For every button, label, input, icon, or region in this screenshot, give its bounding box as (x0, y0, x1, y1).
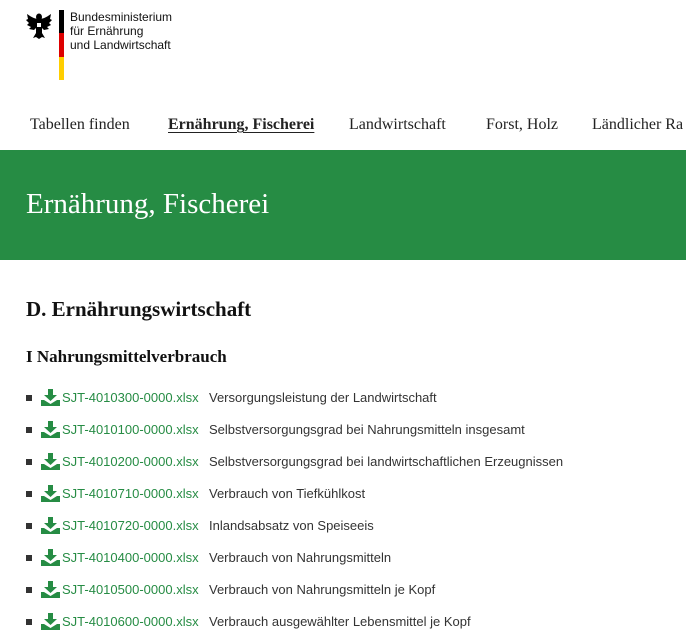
file-description: Verbrauch von Nahrungsmitteln je Kopf (209, 582, 436, 597)
site-header: Bundesministerium für Ernährung und Land… (0, 0, 686, 90)
download-icon[interactable] (41, 389, 60, 406)
nav-item-laendlicher-raum[interactable]: Ländlicher Ra (592, 116, 683, 134)
bullet-square-icon (26, 395, 32, 401)
nav-item-forst-holz[interactable]: Forst, Holz (486, 116, 558, 134)
bullet-square-icon (26, 427, 32, 433)
nav-item-ernaehrung-fischerei[interactable]: Ernährung, Fischerei (168, 116, 314, 134)
ministry-line-3: und Landwirtschaft (70, 38, 171, 52)
ministry-line-2: für Ernährung (70, 24, 144, 38)
list-item: SJT-4010200-0000.xlsx Selbstversorgungsg… (26, 451, 686, 483)
download-icon[interactable] (41, 517, 60, 534)
file-download-link[interactable]: SJT-4010300-0000.xlsx (62, 390, 199, 405)
bullet-square-icon (26, 523, 32, 529)
nav-item-tabellen-finden[interactable]: Tabellen finden (30, 116, 130, 134)
file-download-link[interactable]: SJT-4010100-0000.xlsx (62, 422, 199, 437)
file-description: Verbrauch ausgewählter Lebensmittel je K… (209, 614, 471, 629)
list-item: SJT-4010100-0000.xlsx Selbstversorgungsg… (26, 419, 686, 451)
bullet-square-icon (26, 587, 32, 593)
nav-item-landwirtschaft[interactable]: Landwirtschaft (349, 116, 446, 134)
list-item: SJT-4010500-0000.xlsx Verbrauch von Nahr… (26, 579, 686, 611)
bullet-square-icon (26, 459, 32, 465)
download-icon[interactable] (41, 549, 60, 566)
file-description: Verbrauch von Tiefkühlkost (209, 486, 366, 501)
section-title: D. Ernährungswirtschaft (26, 297, 252, 321)
flag-stripe-gold (59, 56, 64, 80)
page-title: Ernährung, Fischerei (26, 188, 270, 220)
file-description: Selbstversorgungsgrad bei Nahrungsmittel… (209, 422, 525, 437)
file-download-link[interactable]: SJT-4010500-0000.xlsx (62, 582, 199, 597)
file-download-link[interactable]: SJT-4010720-0000.xlsx (62, 518, 199, 533)
flag-stripe-black (59, 10, 64, 34)
ministry-line-1: Bundesministerium (70, 10, 173, 24)
download-icon[interactable] (41, 421, 60, 438)
file-description: Selbstversorgungsgrad bei landwirtschaft… (209, 454, 564, 469)
download-icon[interactable] (41, 485, 60, 502)
list-item: SJT-4010710-0000.xlsx Verbrauch von Tief… (26, 483, 686, 515)
ministry-name[interactable]: Bundesministerium für Ernährung und Land… (70, 10, 172, 52)
list-item: SJT-4010600-0000.xlsx Verbrauch ausgewäh… (26, 611, 686, 643)
file-download-link[interactable]: SJT-4010200-0000.xlsx (62, 454, 199, 469)
bullet-square-icon (26, 491, 32, 497)
download-icon[interactable] (41, 613, 60, 630)
page-banner: Ernährung, Fischerei (0, 150, 686, 260)
federal-eagle-icon[interactable] (26, 10, 52, 40)
list-item: SJT-4010400-0000.xlsx Verbrauch von Nahr… (26, 547, 686, 579)
bullet-square-icon (26, 619, 32, 625)
file-description: Verbrauch von Nahrungsmitteln (209, 550, 392, 565)
file-download-link[interactable]: SJT-4010600-0000.xlsx (62, 614, 199, 629)
main-navigation: Tabellen finden Ernährung, Fischerei Lan… (0, 112, 686, 140)
list-item: SJT-4010300-0000.xlsx Versorgungsleistun… (26, 387, 686, 419)
bullet-square-icon (26, 555, 32, 561)
file-list: SJT-4010300-0000.xlsx Versorgungsleistun… (26, 387, 686, 643)
download-icon[interactable] (41, 453, 60, 470)
file-description: Versorgungsleistung der Landwirtschaft (209, 390, 437, 405)
file-download-link[interactable]: SJT-4010400-0000.xlsx (62, 550, 199, 565)
file-download-link[interactable]: SJT-4010710-0000.xlsx (62, 486, 199, 501)
flag-stripe-red (59, 33, 64, 57)
flag-bar (59, 10, 64, 80)
file-description: Inlandsabsatz von Speiseeis (209, 518, 374, 533)
download-icon[interactable] (41, 581, 60, 598)
list-item: SJT-4010720-0000.xlsx Inlandsabsatz von … (26, 515, 686, 547)
subsection-title: I Nahrungsmittelverbrauch (26, 347, 227, 366)
